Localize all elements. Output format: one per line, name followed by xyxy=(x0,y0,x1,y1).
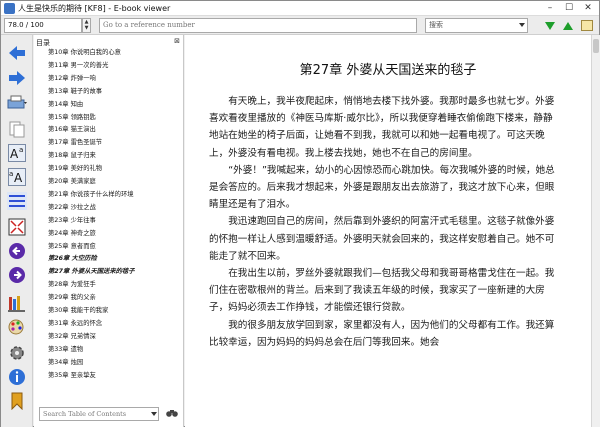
spin-down-icon[interactable]: ▼ xyxy=(83,25,90,31)
toc-item[interactable]: 第22章 沙拉之战 xyxy=(48,202,178,213)
toc-item[interactable]: 第28章 为爱狂手 xyxy=(48,279,178,290)
toc-item[interactable]: 第21章 你说孩子什么样的环境 xyxy=(48,189,178,200)
search-dropdown-icon[interactable] xyxy=(519,23,525,27)
toc-item[interactable]: 第29章 我的父亲 xyxy=(48,292,178,303)
table-of-contents-panel: 目录 ⊠ 第10章 你说明白我的心意 第11章 男一次的善光 第12章 炸弹一响 第1… xyxy=(34,35,184,427)
svg-text:A: A xyxy=(10,147,19,161)
fullscreen-icon[interactable] xyxy=(7,217,27,237)
toc-item[interactable]: 第19章 美好的礼物 xyxy=(48,163,178,174)
find-next-button[interactable] xyxy=(545,22,555,30)
forward-icon[interactable] xyxy=(7,68,27,88)
left-toolbar: Aa Aa xyxy=(1,35,33,427)
maximize-button[interactable]: ☐ xyxy=(560,1,578,15)
position-spinner[interactable]: ▲ ▼ xyxy=(82,18,91,33)
toc-item[interactable]: 第20章 美满家庭 xyxy=(48,176,178,187)
binoculars-icon[interactable] xyxy=(165,408,179,420)
toc-close-icon[interactable]: ⊠ xyxy=(174,37,180,45)
book-content: 第27章 外婆从天国送来的毯子 有天晚上，我半夜爬起床，悄悄地去楼下找外婆。我那… xyxy=(185,35,591,427)
toc-item[interactable]: 第33章 遗物 xyxy=(48,344,178,355)
find-previous-button[interactable] xyxy=(563,22,573,30)
toc-item[interactable]: 第27章 外婆从天国送来的毯子 xyxy=(48,266,178,277)
title-bar: 人生是快乐的期待 [KF8] - E-book viewer – ☐ ✕ xyxy=(1,1,599,16)
info-icon[interactable] xyxy=(7,367,27,387)
close-button[interactable]: ✕ xyxy=(579,1,597,15)
toc-item[interactable]: 第34章 烛园 xyxy=(48,357,178,368)
library-icon[interactable] xyxy=(7,293,27,313)
toc-item[interactable]: 第14章 知由 xyxy=(48,99,178,110)
search-input[interactable]: 搜索 xyxy=(425,18,528,33)
chapter-title: 第27章 外婆从天国送来的毯子 xyxy=(299,63,477,78)
toc-item[interactable]: 第23章 少年往事 xyxy=(48,215,178,226)
svg-text:A: A xyxy=(14,171,23,185)
toc-item[interactable]: 第17章 雷色圣诞节 xyxy=(48,137,178,148)
toc-item[interactable]: 第15章 领路钥匙 xyxy=(48,112,178,123)
copy-icon[interactable] xyxy=(7,119,27,139)
svg-text:a: a xyxy=(19,146,23,154)
window-title: 人生是快乐的期待 [KF8] - E-book viewer xyxy=(18,4,171,13)
toc-list: 第10章 你说明白我的心意 第11章 男一次的善光 第12章 炸弹一响 第13章 鞋子… xyxy=(34,47,182,397)
toc-item[interactable]: 第26章 大空历险 xyxy=(48,253,178,264)
preferences-icon[interactable] xyxy=(7,343,27,363)
paragraph: 有天晚上，我半夜爬起床，悄悄地去楼下找外婆。我那时最多也就七岁。外婆喜欢看夜里播… xyxy=(209,96,555,159)
toc-item[interactable]: 第11章 男一次的善光 xyxy=(48,60,178,71)
toc-item[interactable]: 第25章 意者而愈 xyxy=(48,241,178,252)
previous-page-icon[interactable] xyxy=(7,241,27,261)
bookmark-icon[interactable] xyxy=(7,391,27,411)
toc-item[interactable]: 第18章 鼠子归来 xyxy=(48,150,178,161)
toc-search-input[interactable]: Search Table of Contents xyxy=(39,407,159,421)
toc-item[interactable]: 第24章 神奇之旅 xyxy=(48,228,178,239)
toc-item[interactable]: 第10章 你说明白我的心意 xyxy=(48,47,178,58)
toc-item[interactable]: 第30章 我能干的我家 xyxy=(48,305,178,316)
next-page-icon[interactable] xyxy=(7,265,27,285)
notes-icon[interactable] xyxy=(581,20,593,31)
toc-item[interactable]: 第31章 永远的怀念 xyxy=(48,318,178,329)
reference-input[interactable]: Go to a reference number xyxy=(99,18,417,33)
toc-item[interactable]: 第32章 兄弟情深 xyxy=(48,331,178,342)
position-input[interactable]: 78.0 / 100 xyxy=(4,18,82,33)
toc-item[interactable]: 第13章 鞋子的故事 xyxy=(48,86,178,97)
paragraph: 我迅速跑回自己的房间，然后靠到外婆织的阿富汗式毛毯里。这毯子就像外婆的怀抱一样让… xyxy=(209,216,555,262)
toc-item[interactable]: 第35章 至亲挚友 xyxy=(48,370,178,381)
minimize-button[interactable]: – xyxy=(541,1,559,15)
font-larger-icon[interactable]: Aa xyxy=(7,143,27,163)
vertical-scrollbar[interactable] xyxy=(591,35,600,427)
top-toolbar: 78.0 / 100 ▲ ▼ Go to a reference number … xyxy=(1,16,599,35)
scrollbar-thumb[interactable] xyxy=(593,39,599,53)
toc-search-dropdown-icon[interactable] xyxy=(151,412,157,416)
toc-item[interactable]: 第16章 猫王演出 xyxy=(48,124,178,135)
paragraph: “外婆！”我喊起来，幼小的心因惊恐而心跳加快。每次我喊外婆的时候，她总是会答应的… xyxy=(209,164,555,211)
paragraph: 在我出生以前，罗丝外婆就跟我们—包括我父母和我哥哥格雷戈住在一起。我们住在密歇根… xyxy=(209,268,555,314)
chapter-text: 有天晚上，我半夜爬起床，悄悄地去楼下找外婆。我那时最多也就七岁。外婆喜欢看夜里播… xyxy=(209,93,559,351)
font-smaller-icon[interactable]: Aa xyxy=(7,167,27,187)
themes-icon[interactable] xyxy=(7,317,27,337)
app-icon xyxy=(4,3,15,14)
ebook-viewer-window: 人生是快乐的期待 [KF8] - E-book viewer – ☐ ✕ 78.… xyxy=(0,0,600,427)
back-icon[interactable] xyxy=(7,43,27,63)
svg-text:a: a xyxy=(9,170,13,178)
toc-icon[interactable] xyxy=(7,191,27,211)
paragraph: 我的很多朋友放学回到家，家里都没有人，因为他们的父母都有工作。我还算比较幸运，因… xyxy=(209,319,555,348)
toc-item[interactable]: 第12章 炸弹一响 xyxy=(48,73,178,84)
print-icon[interactable] xyxy=(7,93,27,113)
